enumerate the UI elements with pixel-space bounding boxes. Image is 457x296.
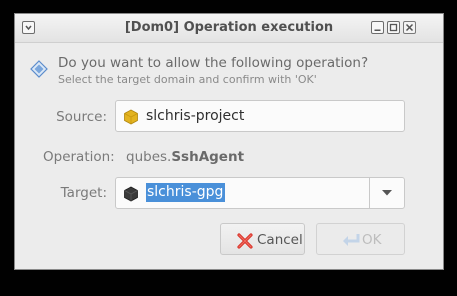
ok-button[interactable]: OK: [316, 223, 405, 255]
operation-name: SshAgent: [171, 149, 245, 165]
dialog-window: [Dom0] Operation execution Do you want t…: [14, 13, 444, 270]
cancel-button[interactable]: Cancel: [220, 223, 305, 255]
hint-text: Select the target domain and confirm wit…: [58, 73, 317, 86]
target-label: Target:: [60, 185, 107, 201]
ok-label: OK: [362, 232, 382, 248]
question-diamond-icon: [30, 60, 48, 82]
target-combobox[interactable]: slchris-gpg: [115, 177, 405, 209]
operation-label: Operation:: [43, 149, 115, 165]
maximize-icon[interactable]: [387, 21, 400, 34]
titlebar[interactable]: [Dom0] Operation execution: [15, 14, 443, 43]
target-dropdown-button[interactable]: [369, 178, 404, 208]
operation-prefix: qubes.: [126, 149, 172, 165]
domain-cube-icon: [123, 109, 139, 129]
minimize-icon[interactable]: [371, 21, 384, 34]
source-value: slchris-project: [146, 108, 245, 124]
enter-arrow-icon: [343, 234, 360, 246]
operation-value: qubes.SshAgent: [126, 149, 244, 165]
cancel-label: Cancel: [257, 232, 303, 248]
question-text: Do you want to allow the following opera…: [58, 55, 369, 71]
chevron-down-icon: [382, 190, 392, 196]
cancel-icon: [237, 233, 253, 249]
target-input[interactable]: slchris-gpg: [146, 183, 226, 202]
source-field: slchris-project: [115, 100, 405, 132]
close-icon[interactable]: [403, 21, 416, 34]
source-label: Source:: [56, 109, 107, 125]
domain-cube-icon: [123, 186, 139, 206]
